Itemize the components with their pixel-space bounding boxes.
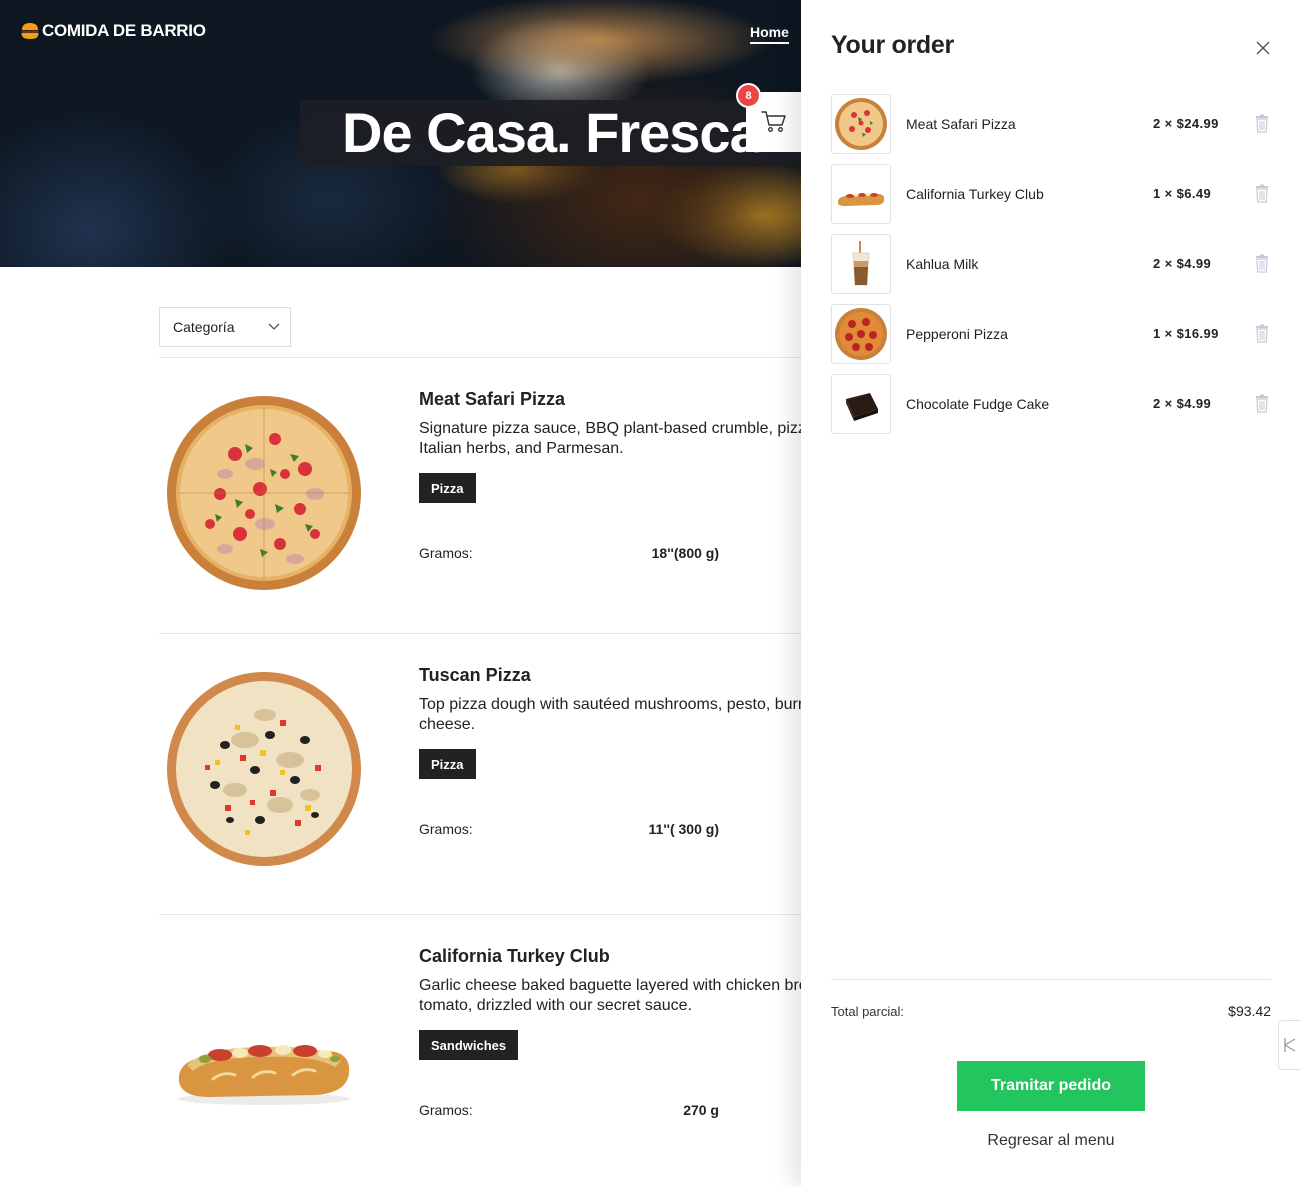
- product-category-tag: Pizza: [419, 749, 476, 779]
- order-item-name: Kahlua Milk: [906, 256, 979, 272]
- product-weight-value: 18''(800 g): [651, 545, 719, 561]
- product-card[interactable]: Tuscan Pizza Top pizza dough with sautée…: [159, 633, 1009, 914]
- order-item-thumbnail: [831, 304, 891, 364]
- product-category-tag: Sandwiches: [419, 1030, 519, 1060]
- trash-icon[interactable]: [1255, 184, 1269, 203]
- tuscan-pizza-image: [167, 672, 361, 866]
- trash-icon[interactable]: [1255, 324, 1269, 343]
- hero-title-box: De Casa. Fresca. Ya.: [300, 100, 820, 166]
- site-logo[interactable]: COMIDA DE BARRIO: [20, 21, 206, 41]
- order-item: Meat Safari Pizza 2 × $24.99: [831, 94, 1271, 154]
- pizza-thumbnail: [835, 98, 887, 150]
- chocolate-cake-thumbnail: [846, 393, 878, 421]
- order-item-name: Chocolate Fudge Cake: [906, 396, 1050, 412]
- checkout-button[interactable]: Tramitar pedido: [957, 1061, 1145, 1111]
- order-item-qty-price: 2 × $24.99: [1153, 116, 1219, 131]
- trash-icon[interactable]: [1255, 394, 1269, 413]
- product-weight-label: Gramos:: [419, 821, 473, 837]
- totals-divider: [831, 979, 1271, 980]
- back-to-menu-link[interactable]: Regresar al menu: [801, 1132, 1301, 1150]
- product-weight-label: Gramos:: [419, 1102, 473, 1118]
- side-widget-tab[interactable]: [1278, 1020, 1301, 1070]
- category-select-label: Categoría: [173, 319, 235, 335]
- product-weight-value: 11''( 300 g): [648, 821, 719, 837]
- order-item-qty-price: 2 × $4.99: [1153, 396, 1212, 411]
- logo-text: COMIDA DE BARRIO: [42, 21, 206, 40]
- close-order-button[interactable]: [1253, 38, 1273, 58]
- product-name[interactable]: California Turkey Club: [419, 946, 610, 967]
- burger-icon: [21, 23, 39, 39]
- order-item-thumbnail: [831, 234, 891, 294]
- trash-icon[interactable]: [1255, 114, 1269, 133]
- order-item-thumbnail: [831, 164, 891, 224]
- order-item-name: Pepperoni Pizza: [906, 326, 1008, 342]
- cart-count-badge: 8: [736, 83, 761, 108]
- order-item: Chocolate Fudge Cake 2 × $4.99: [831, 374, 1271, 434]
- order-item-qty-price: 1 × $16.99: [1153, 326, 1219, 341]
- milk-drink-thumbnail: [852, 241, 870, 286]
- order-item-thumbnail: [831, 374, 891, 434]
- subtotal-label: Total parcial:: [831, 1004, 904, 1019]
- order-item-qty-price: 1 × $6.49: [1153, 186, 1212, 201]
- product-card[interactable]: California Turkey Club Garlic cheese bak…: [159, 914, 1009, 1187]
- subtotal-value: $93.42: [1228, 1003, 1271, 1019]
- product-weight-value: 270 g: [683, 1102, 719, 1118]
- california-turkey-club-image: [178, 1045, 350, 1105]
- chevron-down-icon: [268, 323, 280, 330]
- order-item-name: California Turkey Club: [906, 186, 1044, 202]
- order-drawer: Your order Meat Safari Pizza 2 × $24.99: [801, 0, 1301, 1187]
- category-select[interactable]: Categoría: [159, 307, 291, 347]
- order-item: California Turkey Club 1 × $6.49: [831, 164, 1271, 224]
- widget-icon: [1284, 1038, 1296, 1052]
- product-card[interactable]: Meat Safari Pizza Signature pizza sauce,…: [159, 357, 986, 638]
- order-item-qty-price: 2 × $4.99: [1153, 256, 1212, 271]
- product-weight-label: Gramos:: [419, 545, 473, 561]
- product-name[interactable]: Tuscan Pizza: [419, 665, 531, 686]
- order-item-name: Meat Safari Pizza: [906, 116, 1016, 132]
- product-name[interactable]: Meat Safari Pizza: [419, 389, 565, 410]
- trash-icon[interactable]: [1255, 254, 1269, 273]
- close-icon: [1256, 41, 1270, 55]
- meat-safari-pizza-image: [167, 396, 361, 590]
- product-category-tag: Pizza: [419, 473, 476, 503]
- order-item: Pepperoni Pizza 1 × $16.99: [831, 304, 1271, 364]
- sandwich-thumbnail: [837, 193, 885, 206]
- order-item-thumbnail: [831, 94, 891, 154]
- order-item: Kahlua Milk 2 × $4.99: [831, 234, 1271, 294]
- pepperoni-pizza-thumbnail: [835, 308, 887, 360]
- nav-home-link[interactable]: Home: [750, 24, 789, 44]
- order-title: Your order: [831, 31, 954, 59]
- cart-icon: [761, 111, 786, 132]
